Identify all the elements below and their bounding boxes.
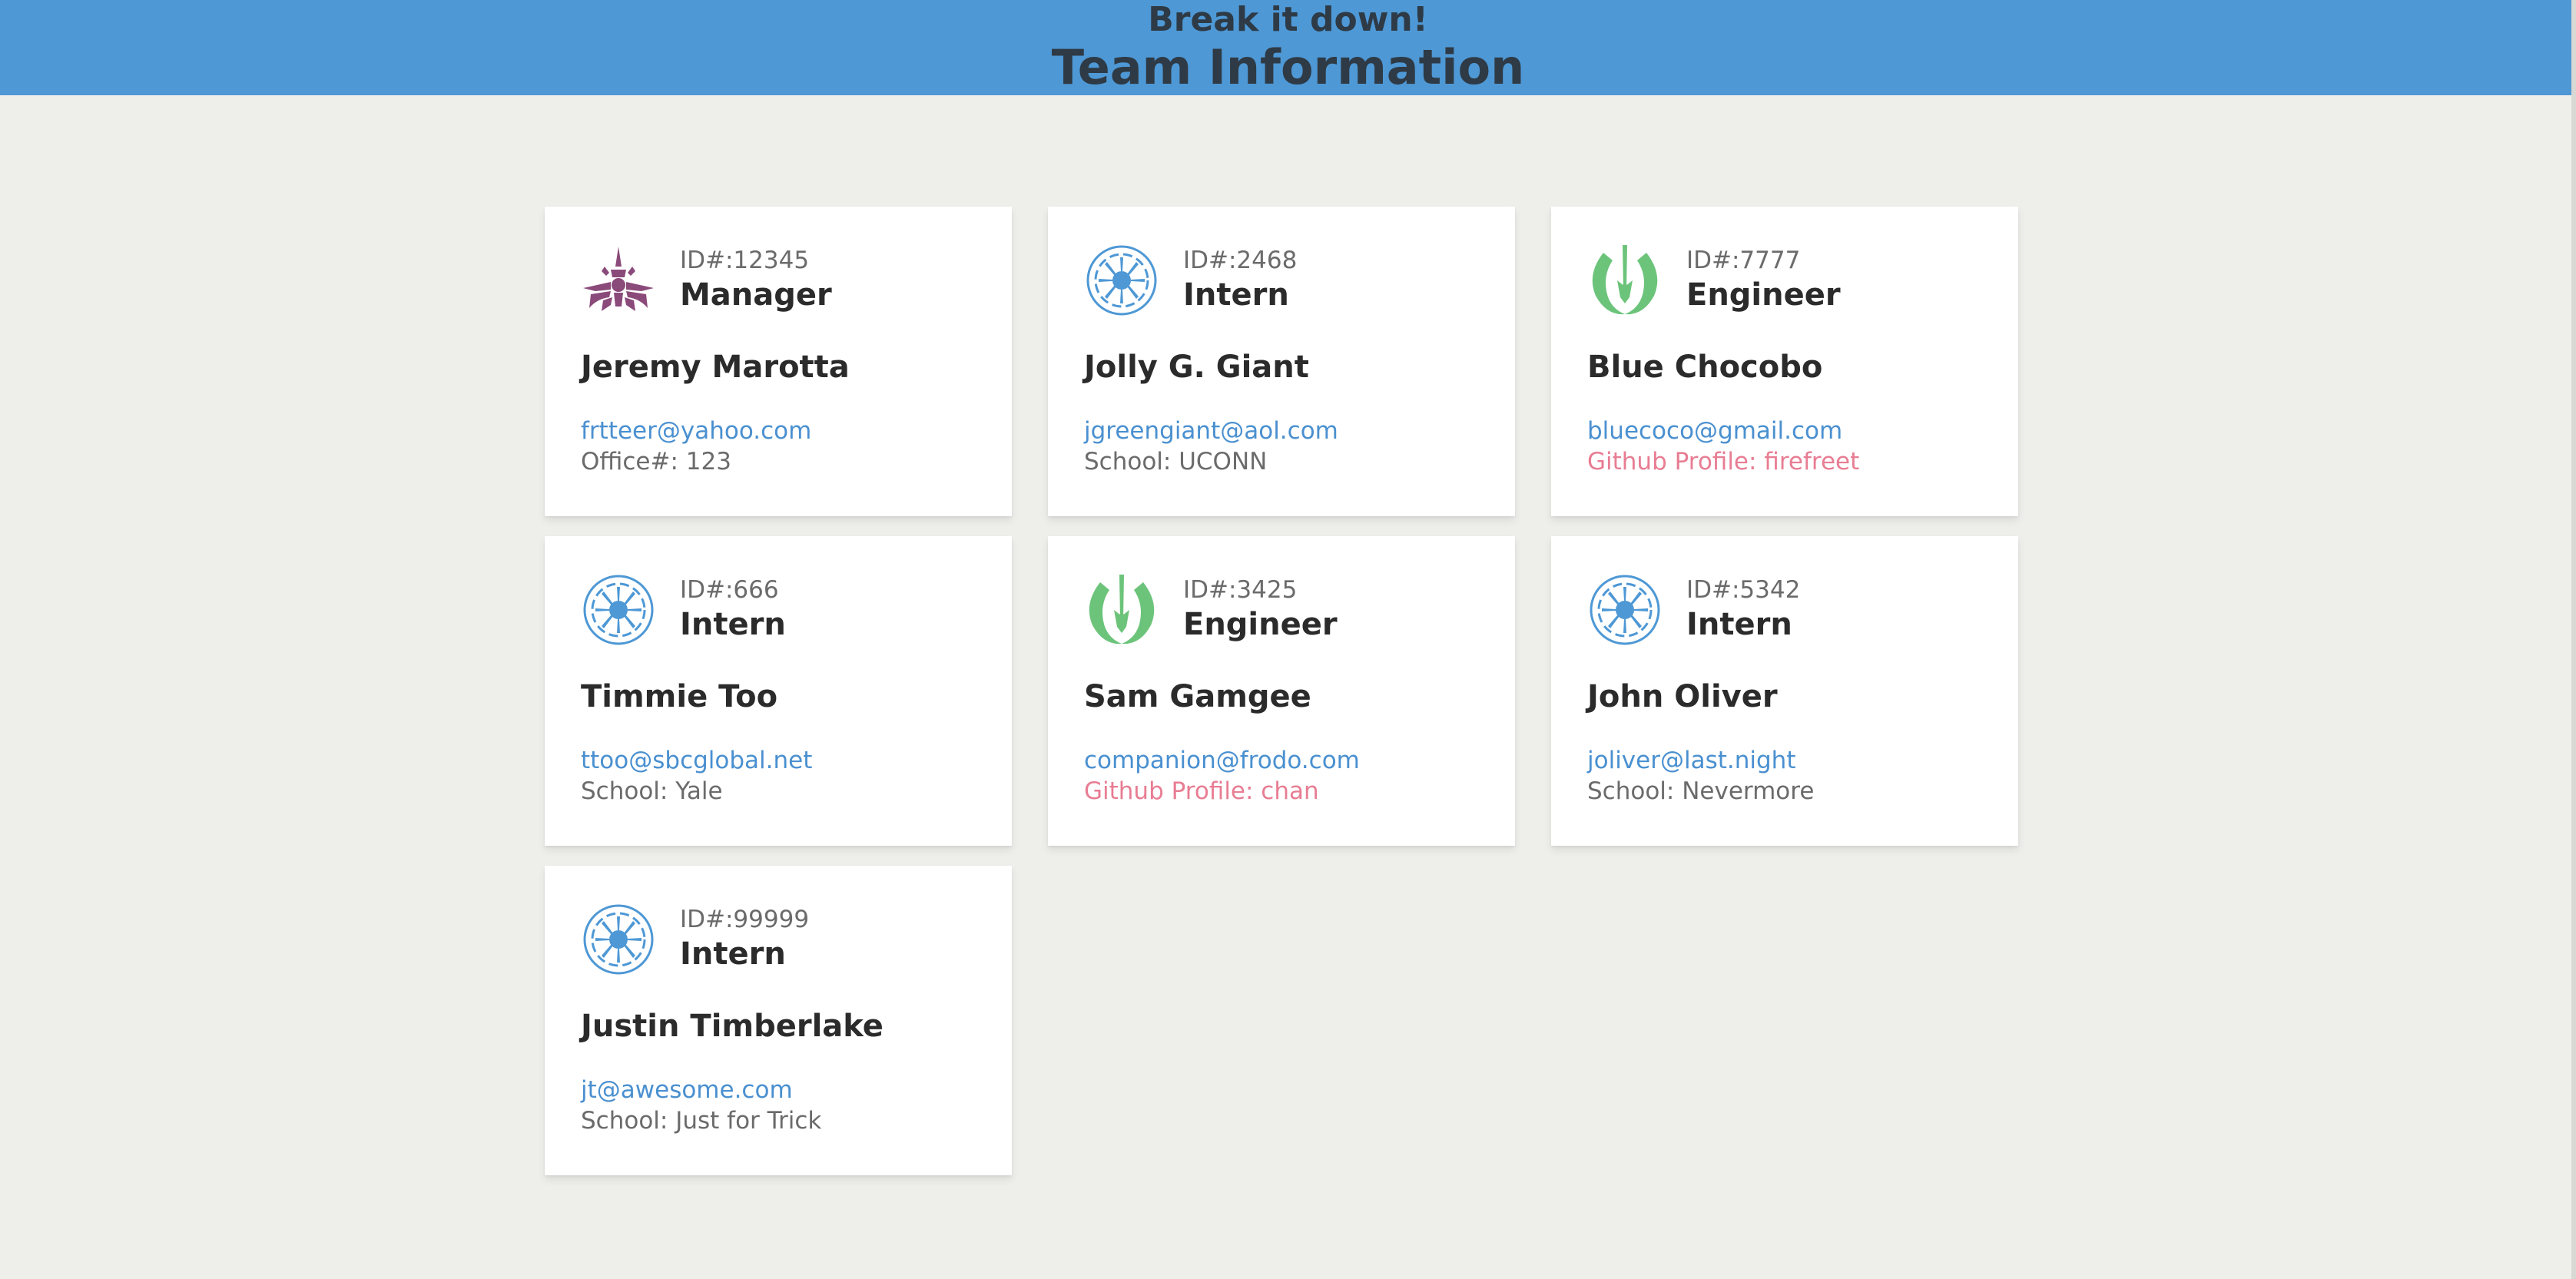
employee-name: Blue Chocobo (1587, 350, 1823, 385)
employee-email-link[interactable]: ttoo@sbcglobal.net (581, 747, 812, 774)
employee-email-link[interactable]: jt@awesome.com (581, 1076, 793, 1104)
employee-email-link[interactable]: jgreengiant@aol.com (1084, 417, 1338, 445)
employee-role: Intern (1183, 277, 1289, 313)
page-header: Break it down! Team Information (0, 0, 2576, 95)
employee-name: Timmie Too (581, 679, 778, 714)
employee-id: ID#:7777 (1686, 247, 1801, 274)
employee-card: ID#:5342 Intern John Oliver joliver@last… (1551, 536, 2018, 846)
employee-email-link[interactable]: companion@frodo.com (1084, 747, 1360, 774)
employee-email-link[interactable]: bluecoco@gmail.com (1587, 417, 1842, 445)
employee-id: ID#:3425 (1183, 576, 1298, 604)
scrollbar-edge (2571, 0, 2576, 1279)
employee-name: Jolly G. Giant (1084, 350, 1309, 385)
republic-crest-icon (580, 573, 657, 647)
republic-crest-icon (1586, 573, 1663, 647)
employee-office-number: Office#: 123 (581, 448, 731, 475)
page-subtitle: Break it down! (1148, 0, 1428, 39)
employee-school: School: Just for Trick (581, 1107, 822, 1135)
jedi-order-icon (1586, 244, 1663, 317)
employee-card: ID#:7777 Engineer Blue Chocobo bluecoco@… (1551, 207, 2018, 516)
employee-card: ID#:2468 Intern Jolly G. Giant jgreengia… (1048, 207, 1515, 516)
employee-name: John Oliver (1587, 679, 1778, 714)
jedi-order-icon (1083, 573, 1160, 647)
page-title: Team Information (1051, 39, 1525, 95)
employee-school: School: UCONN (1084, 448, 1268, 475)
employee-card: ID#:666 Intern Timmie Too ttoo@sbcglobal… (545, 536, 1012, 846)
employee-id: ID#:666 (680, 576, 779, 604)
employee-name: Justin Timberlake (581, 1009, 884, 1044)
employee-id: ID#:99999 (680, 906, 810, 933)
employee-name: Jeremy Marotta (581, 350, 850, 385)
employee-card: ID#:12345 Manager Jeremy Marotta frtteer… (545, 207, 1012, 516)
republic-crest-icon (1083, 244, 1160, 317)
employee-id: ID#:5342 (1686, 576, 1801, 604)
republic-crest-icon (580, 903, 657, 976)
employee-email-link[interactable]: joliver@last.night (1587, 747, 1795, 774)
employee-github-profile[interactable]: Github Profile: chan (1084, 777, 1319, 805)
employee-role: Manager (680, 277, 832, 313)
employee-role: Engineer (1686, 277, 1841, 313)
employee-role: Intern (1686, 607, 1792, 642)
employee-role: Intern (680, 607, 786, 642)
employee-name: Sam Gamgee (1084, 679, 1311, 714)
employee-email-link[interactable]: frtteer@yahoo.com (581, 417, 811, 445)
employee-role: Intern (680, 936, 786, 972)
employee-card: ID#:3425 Engineer Sam Gamgee companion@f… (1048, 536, 1515, 846)
employee-github-profile[interactable]: Github Profile: firefreet (1587, 448, 1859, 475)
employee-school: School: Yale (581, 777, 723, 805)
employee-id: ID#:12345 (680, 247, 810, 274)
employee-id: ID#:2468 (1183, 247, 1298, 274)
employee-role: Engineer (1183, 607, 1338, 642)
employee-school: School: Nevermore (1587, 777, 1815, 805)
employee-card: ID#:99999 Intern Justin Timberlake jt@aw… (545, 866, 1012, 1175)
team-card-grid: ID#:12345 Manager Jeremy Marotta frtteer… (545, 207, 2020, 1175)
imperial-crest-icon (580, 244, 657, 317)
